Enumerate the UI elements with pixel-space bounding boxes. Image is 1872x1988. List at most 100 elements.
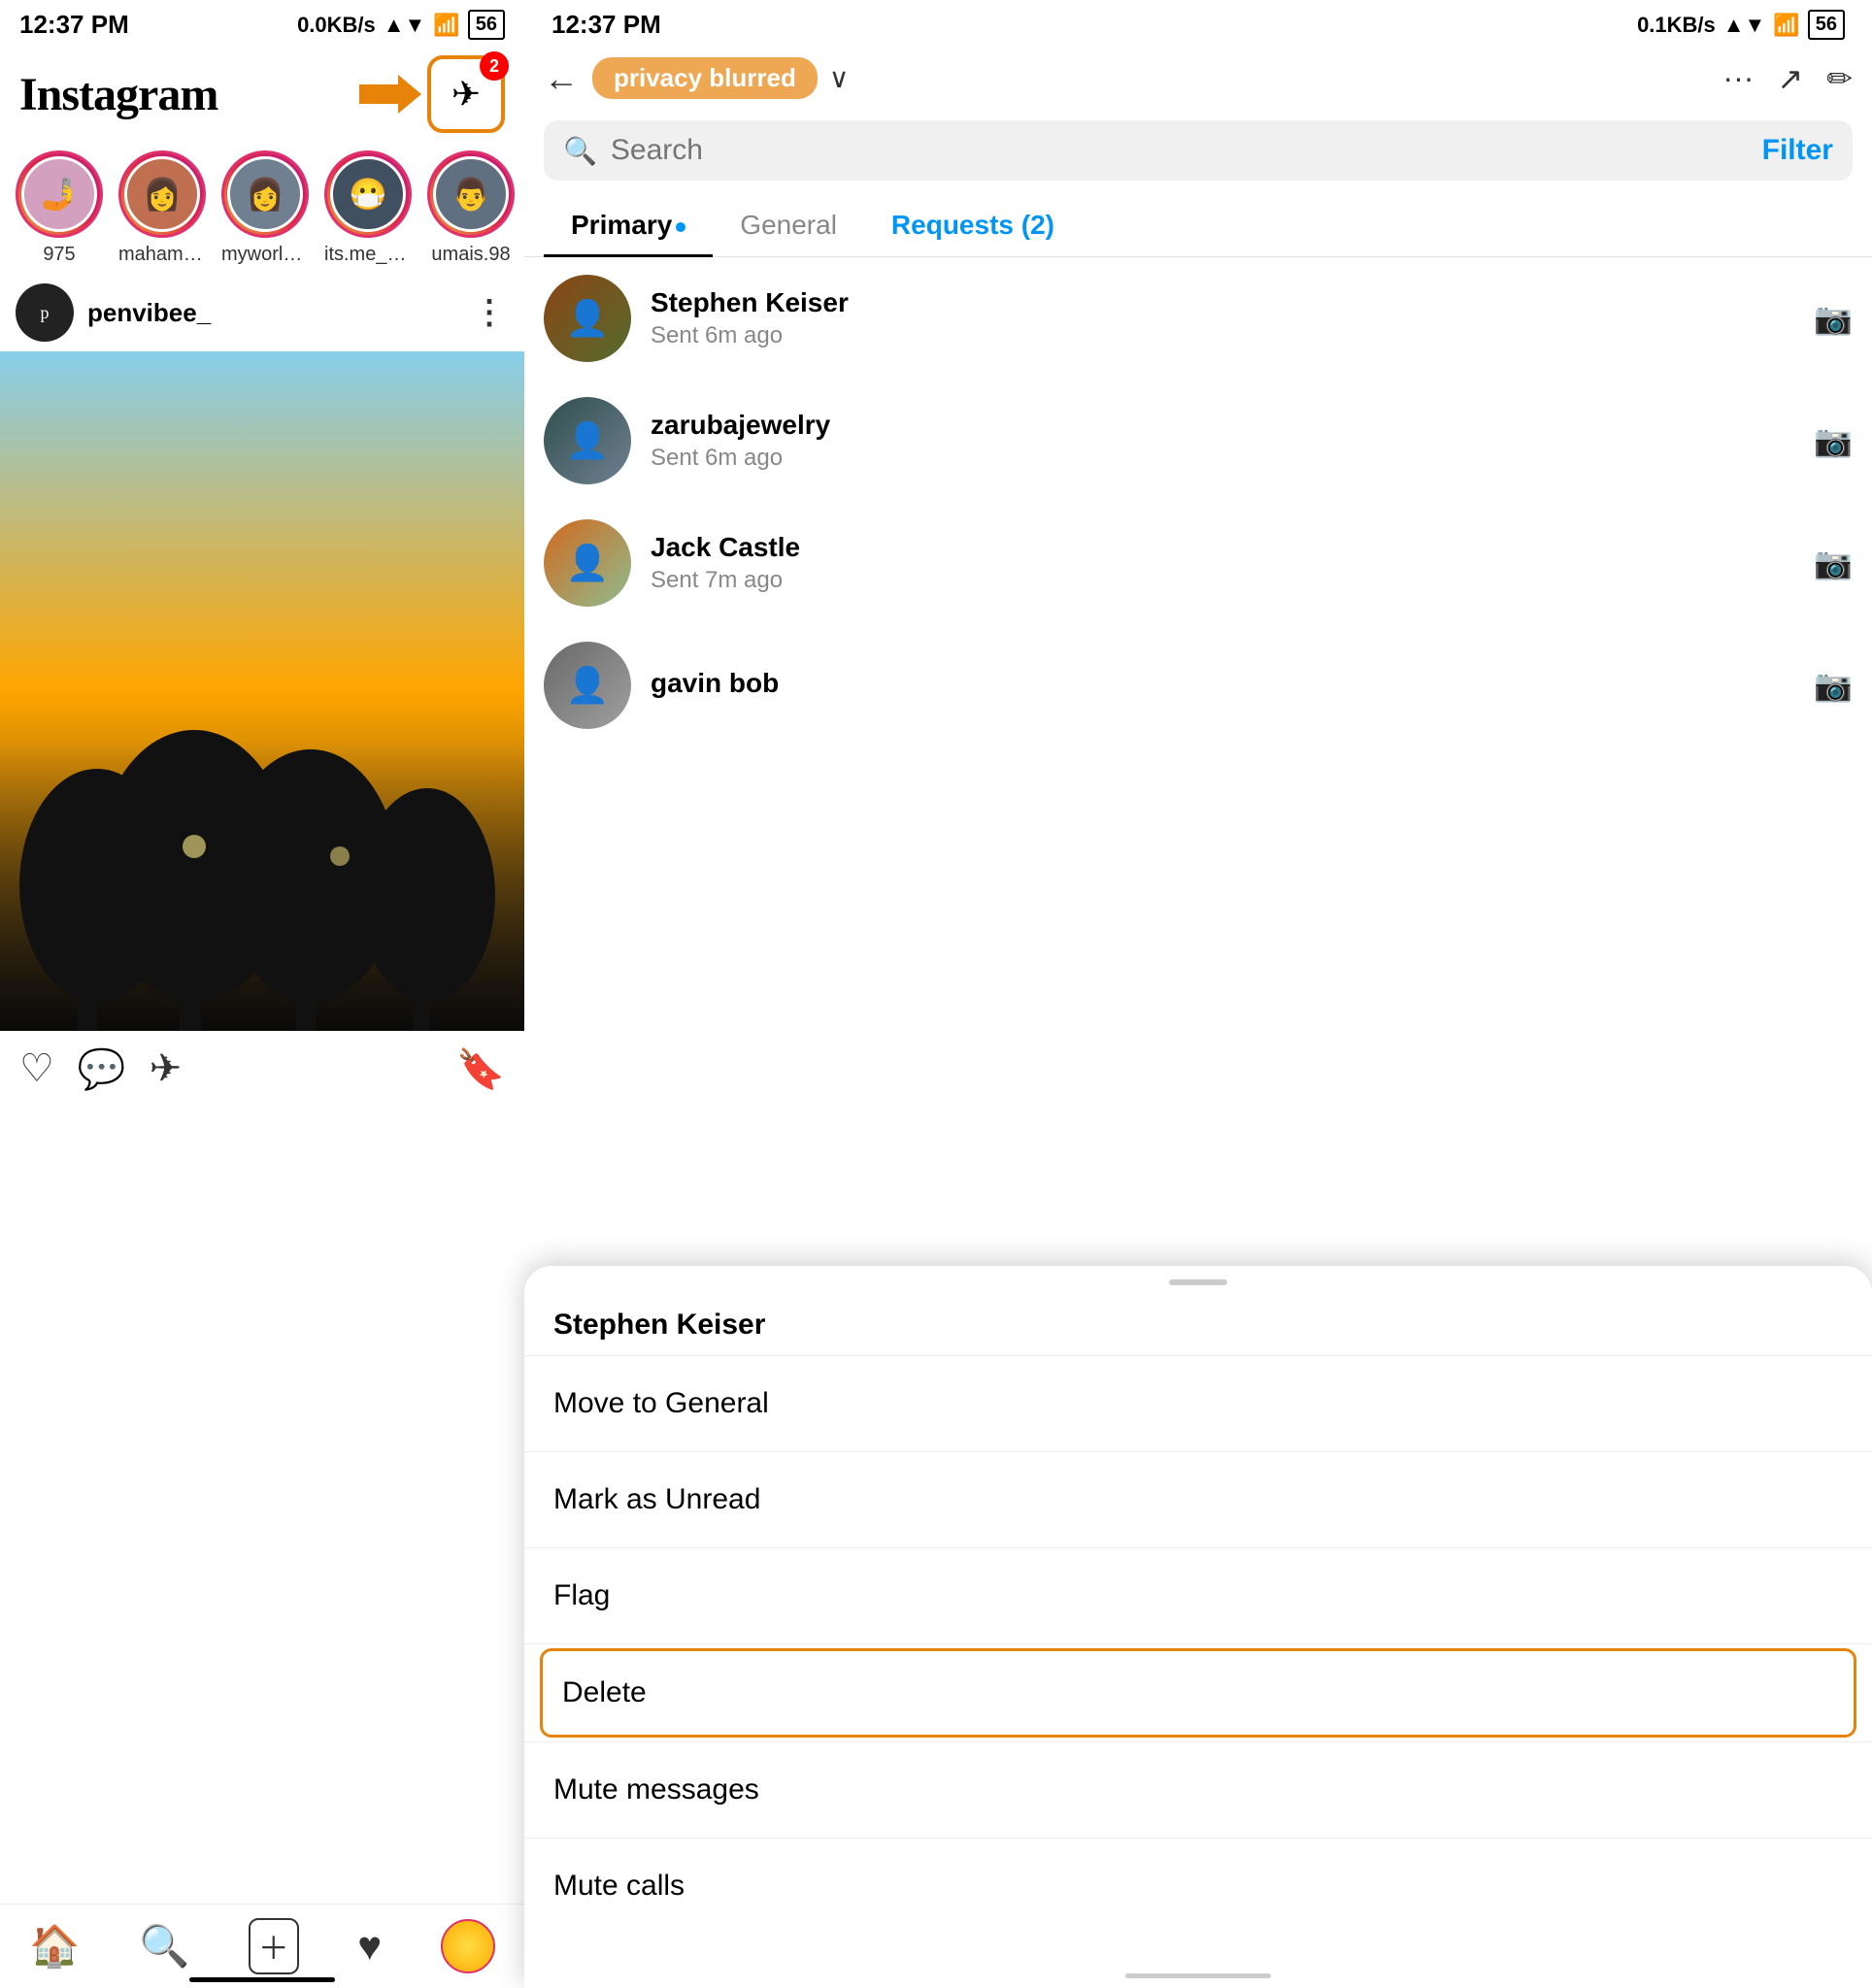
conversation-item[interactable]: 👤 Jack Castle Sent 7m ago 📷 (524, 502, 1872, 624)
stats-button[interactable]: ↗ (1777, 60, 1803, 97)
time-left: 12:37 PM (19, 10, 129, 40)
nav-add-button[interactable]: ＋ (249, 1918, 299, 1974)
sheet-divider (524, 1547, 1872, 1548)
dm-username[interactable]: privacy blurred (592, 57, 818, 99)
chevron-down-icon: ∨ (829, 62, 850, 94)
story-name: myworld.ak (221, 244, 309, 266)
story-name: umais.98 (431, 244, 510, 266)
story-item[interactable]: 👨 umais.98 (427, 150, 515, 266)
mute-calls-button[interactable]: Mute calls (524, 1842, 1872, 1930)
story-item[interactable]: 👩 myworld.ak (221, 150, 309, 266)
dm-badge: 2 (480, 51, 509, 81)
conv-name: zarubajewelry (651, 410, 1794, 441)
nav-search-button[interactable]: 🔍 (139, 1923, 189, 1971)
story-item[interactable]: 👩 mahamejaz1 (118, 150, 206, 266)
back-button[interactable]: ← (544, 58, 579, 99)
network-speed-left: 0.0KB/s (297, 13, 376, 38)
dm-button[interactable]: ✈ 2 (427, 55, 505, 133)
tab-general[interactable]: General (713, 194, 864, 256)
filter-button[interactable]: Filter (1762, 134, 1833, 167)
bottom-nav: 🏠 🔍 ＋ ♥ (0, 1904, 524, 1988)
tab-primary[interactable]: Primary (544, 194, 713, 256)
dm-button-container: ✈ 2 (427, 55, 505, 133)
conversation-item[interactable]: 👤 zarubajewelry Sent 6m ago 📷 (524, 380, 1872, 502)
camera-icon: 📷 (1814, 667, 1853, 704)
comment-button[interactable]: 💬 (78, 1046, 126, 1092)
signal-icon-right: ▲▼ (1723, 13, 1766, 38)
conv-time: Sent 7m ago (651, 567, 1794, 594)
flag-button[interactable]: Flag (524, 1552, 1872, 1640)
search-bar[interactable]: 🔍 Filter (544, 120, 1853, 181)
left-panel: 12:37 PM 0.0KB/s ▲▼ 📶 56 Instagram ✈ 2 (0, 0, 524, 1988)
post-user: p penvibee_ (16, 283, 211, 342)
sheet-divider (524, 1643, 1872, 1644)
dm-username-text: privacy blurred (614, 63, 796, 92)
bottom-sheet: Stephen Keiser Move to General Mark as U… (524, 1266, 1872, 1988)
nav-home-button[interactable]: 🏠 (29, 1923, 80, 1971)
signal-icon: ▲▼ (384, 13, 426, 38)
mark-as-unread-button[interactable]: Mark as Unread (524, 1456, 1872, 1543)
story-avatar-inner: 🤳 (21, 156, 97, 232)
like-button[interactable]: ♡ (19, 1046, 54, 1092)
sheet-divider (524, 1451, 1872, 1452)
conversation-item[interactable]: 👤 Stephen Keiser Sent 6m ago 📷 (524, 257, 1872, 380)
post-user-avatar: p (16, 283, 74, 342)
post-actions-left: ♡ 💬 ✈ (19, 1046, 182, 1092)
status-icons-right: 0.1KB/s ▲▼ 📶 56 (1637, 10, 1845, 40)
battery-icon: 56 (468, 10, 505, 40)
story-avatar: 👩 (118, 150, 206, 238)
status-bar-left: 12:37 PM 0.0KB/s ▲▼ 📶 56 (0, 0, 524, 46)
delete-button[interactable]: Delete (540, 1648, 1856, 1738)
orange-arrow-icon (359, 75, 421, 114)
mute-messages-button[interactable]: Mute messages (524, 1746, 1872, 1834)
save-button[interactable]: 🔖 (456, 1046, 505, 1092)
home-indicator-right (1125, 1973, 1271, 1978)
time-right: 12:37 PM (552, 10, 661, 40)
story-item[interactable]: 🤳 975 (16, 150, 103, 266)
dm-header-actions: ··· ↗ ✏ (1722, 60, 1853, 97)
story-avatar: 👩 (221, 150, 309, 238)
move-to-general-button[interactable]: Move to General (524, 1360, 1872, 1447)
status-icons-left: 0.0KB/s ▲▼ 📶 56 (297, 10, 505, 40)
camera-icon: 📷 (1814, 422, 1853, 459)
nav-profile-button[interactable] (441, 1919, 495, 1973)
post-image (0, 351, 524, 1031)
conv-avatar: 👤 (544, 642, 631, 729)
conv-name: Jack Castle (651, 532, 1794, 563)
search-icon: 🔍 (563, 135, 597, 167)
battery-icon-right: 56 (1808, 10, 1845, 40)
conv-time: Sent 6m ago (651, 322, 1794, 349)
tab-requests[interactable]: Requests (2) (864, 194, 1082, 256)
wifi-icon-right: 📶 (1773, 13, 1799, 38)
username-container: privacy blurred ∨ (592, 57, 849, 99)
story-name: mahamejaz1 (118, 244, 206, 266)
top-bar-left: Instagram ✈ 2 (0, 46, 524, 143)
conv-avatar: 👤 (544, 519, 631, 607)
post-actions: ♡ 💬 ✈ 🔖 (0, 1031, 524, 1108)
conv-info: Jack Castle Sent 7m ago (651, 532, 1794, 594)
camera-icon: 📷 (1814, 545, 1853, 581)
story-item[interactable]: 😷 its.me_mahn... (324, 150, 412, 266)
story-name: its.me_mahn... (324, 244, 412, 266)
conversation-item[interactable]: 👤 gavin bob 📷 (524, 624, 1872, 746)
share-button[interactable]: ✈ (150, 1046, 183, 1092)
camera-icon: 📷 (1814, 300, 1853, 337)
conv-info: gavin bob (651, 668, 1794, 703)
nav-reels-button[interactable]: ♥ (357, 1923, 382, 1970)
search-input[interactable] (611, 134, 1749, 167)
conv-name: Stephen Keiser (651, 287, 1794, 318)
network-speed-right: 0.1KB/s (1637, 13, 1716, 38)
sheet-divider (524, 1355, 1872, 1356)
post-more-button[interactable]: ⋮ (473, 293, 509, 332)
edit-button[interactable]: ✏ (1826, 60, 1853, 97)
instagram-logo: Instagram (19, 68, 217, 121)
story-avatar: 🤳 (16, 150, 103, 238)
stories-row: 🤳 975 👩 mahamejaz1 👩 myworld.ak 😷 its.me… (0, 143, 524, 274)
post-username: penvibee_ (87, 298, 211, 328)
sheet-handle (1169, 1279, 1227, 1285)
story-avatar-inner: 👩 (124, 156, 200, 232)
story-avatar: 👨 (427, 150, 515, 238)
more-options-button[interactable]: ··· (1722, 60, 1754, 96)
tabs-row: Primary General Requests (2) (524, 190, 1872, 257)
wifi-icon: 📶 (433, 13, 459, 38)
